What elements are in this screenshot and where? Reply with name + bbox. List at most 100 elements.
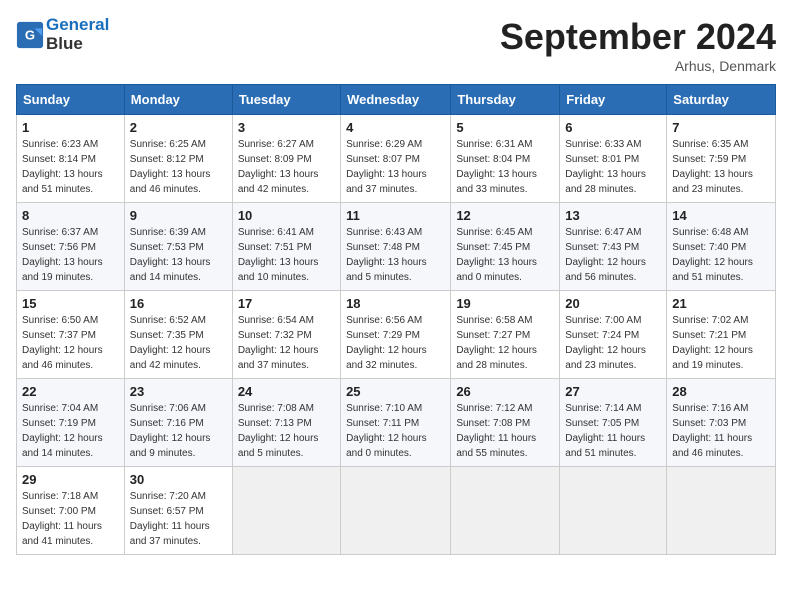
day-detail: Sunrise: 6:23 AM Sunset: 8:14 PM Dayligh…	[22, 137, 119, 197]
calendar-cell: 29 Sunrise: 7:18 AM Sunset: 7:00 PM Dayli…	[17, 467, 125, 555]
calendar-cell	[451, 467, 560, 555]
calendar-table: SundayMondayTuesdayWednesdayThursdayFrid…	[16, 84, 776, 555]
page-header: G General Blue September 2024 Arhus, Den…	[16, 16, 776, 74]
day-detail: Sunrise: 6:50 AM Sunset: 7:37 PM Dayligh…	[22, 313, 119, 373]
day-number: 19	[456, 296, 554, 311]
day-number: 10	[238, 208, 335, 223]
calendar-cell: 19 Sunrise: 6:58 AM Sunset: 7:27 PM Dayli…	[451, 291, 560, 379]
calendar-cell: 2 Sunrise: 6:25 AM Sunset: 8:12 PM Daylig…	[124, 115, 232, 203]
day-number: 15	[22, 296, 119, 311]
calendar-cell: 3 Sunrise: 6:27 AM Sunset: 8:09 PM Daylig…	[232, 115, 340, 203]
svg-text:G: G	[25, 27, 35, 42]
calendar-cell: 8Sunrise: 6:37 AM Sunset: 7:56 PM Daylig…	[17, 203, 125, 291]
day-detail: Sunrise: 6:37 AM Sunset: 7:56 PM Dayligh…	[22, 225, 119, 285]
day-number: 2	[130, 120, 227, 135]
day-detail: Sunrise: 6:45 AM Sunset: 7:45 PM Dayligh…	[456, 225, 554, 285]
logo-icon: G	[16, 21, 44, 49]
column-header-wednesday: Wednesday	[341, 85, 451, 115]
day-number: 14	[672, 208, 770, 223]
day-detail: Sunrise: 6:27 AM Sunset: 8:09 PM Dayligh…	[238, 137, 335, 197]
calendar-cell	[232, 467, 340, 555]
calendar-cell: 24 Sunrise: 7:08 AM Sunset: 7:13 PM Dayli…	[232, 379, 340, 467]
day-detail: Sunrise: 6:31 AM Sunset: 8:04 PM Dayligh…	[456, 137, 554, 197]
calendar-cell: 5 Sunrise: 6:31 AM Sunset: 8:04 PM Daylig…	[451, 115, 560, 203]
day-number: 4	[346, 120, 445, 135]
calendar-cell: 21 Sunrise: 7:02 AM Sunset: 7:21 PM Dayli…	[667, 291, 776, 379]
day-detail: Sunrise: 6:29 AM Sunset: 8:07 PM Dayligh…	[346, 137, 445, 197]
calendar-cell: 26 Sunrise: 7:12 AM Sunset: 7:08 PM Dayli…	[451, 379, 560, 467]
day-number: 9	[130, 208, 227, 223]
day-detail: Sunrise: 7:18 AM Sunset: 7:00 PM Dayligh…	[22, 489, 119, 549]
month-title: September 2024	[500, 16, 776, 58]
calendar-week-row: 29 Sunrise: 7:18 AM Sunset: 7:00 PM Dayli…	[17, 467, 776, 555]
day-detail: Sunrise: 6:25 AM Sunset: 8:12 PM Dayligh…	[130, 137, 227, 197]
day-detail: Sunrise: 6:39 AM Sunset: 7:53 PM Dayligh…	[130, 225, 227, 285]
day-number: 26	[456, 384, 554, 399]
day-number: 21	[672, 296, 770, 311]
calendar-cell: 13Sunrise: 6:47 AM Sunset: 7:43 PM Dayli…	[560, 203, 667, 291]
day-detail: Sunrise: 7:00 AM Sunset: 7:24 PM Dayligh…	[565, 313, 661, 373]
calendar-cell: 17 Sunrise: 6:54 AM Sunset: 7:32 PM Dayli…	[232, 291, 340, 379]
column-header-thursday: Thursday	[451, 85, 560, 115]
calendar-cell: 30 Sunrise: 7:20 AM Sunset: 6:57 PM Dayli…	[124, 467, 232, 555]
day-detail: Sunrise: 7:08 AM Sunset: 7:13 PM Dayligh…	[238, 401, 335, 461]
day-number: 12	[456, 208, 554, 223]
calendar-cell: 9 Sunrise: 6:39 AM Sunset: 7:53 PM Daylig…	[124, 203, 232, 291]
calendar-cell: 14Sunrise: 6:48 AM Sunset: 7:40 PM Dayli…	[667, 203, 776, 291]
day-number: 17	[238, 296, 335, 311]
day-number: 11	[346, 208, 445, 223]
logo-text-general: General	[46, 15, 109, 34]
day-number: 20	[565, 296, 661, 311]
calendar-cell: 6 Sunrise: 6:33 AM Sunset: 8:01 PM Daylig…	[560, 115, 667, 203]
day-number: 23	[130, 384, 227, 399]
column-headers: SundayMondayTuesdayWednesdayThursdayFrid…	[17, 85, 776, 115]
logo: G General Blue	[16, 16, 109, 53]
column-header-monday: Monday	[124, 85, 232, 115]
day-number: 22	[22, 384, 119, 399]
day-detail: Sunrise: 6:56 AM Sunset: 7:29 PM Dayligh…	[346, 313, 445, 373]
day-number: 29	[22, 472, 119, 487]
day-detail: Sunrise: 7:14 AM Sunset: 7:05 PM Dayligh…	[565, 401, 661, 461]
day-detail: Sunrise: 7:02 AM Sunset: 7:21 PM Dayligh…	[672, 313, 770, 373]
day-number: 27	[565, 384, 661, 399]
column-header-friday: Friday	[560, 85, 667, 115]
day-detail: Sunrise: 7:10 AM Sunset: 7:11 PM Dayligh…	[346, 401, 445, 461]
day-detail: Sunrise: 7:12 AM Sunset: 7:08 PM Dayligh…	[456, 401, 554, 461]
calendar-cell: 12 Sunrise: 6:45 AM Sunset: 7:45 PM Dayli…	[451, 203, 560, 291]
calendar-cell	[341, 467, 451, 555]
day-number: 5	[456, 120, 554, 135]
day-number: 16	[130, 296, 227, 311]
day-number: 18	[346, 296, 445, 311]
location-subtitle: Arhus, Denmark	[500, 58, 776, 74]
calendar-cell: 23 Sunrise: 7:06 AM Sunset: 7:16 PM Dayli…	[124, 379, 232, 467]
day-detail: Sunrise: 6:41 AM Sunset: 7:51 PM Dayligh…	[238, 225, 335, 285]
column-header-tuesday: Tuesday	[232, 85, 340, 115]
calendar-cell: 18 Sunrise: 6:56 AM Sunset: 7:29 PM Dayli…	[341, 291, 451, 379]
day-detail: Sunrise: 7:20 AM Sunset: 6:57 PM Dayligh…	[130, 489, 227, 549]
day-detail: Sunrise: 6:33 AM Sunset: 8:01 PM Dayligh…	[565, 137, 661, 197]
calendar-week-row: 22Sunrise: 7:04 AM Sunset: 7:19 PM Dayli…	[17, 379, 776, 467]
day-detail: Sunrise: 6:58 AM Sunset: 7:27 PM Dayligh…	[456, 313, 554, 373]
day-number: 1	[22, 120, 119, 135]
day-detail: Sunrise: 7:16 AM Sunset: 7:03 PM Dayligh…	[672, 401, 770, 461]
calendar-cell: 15 Sunrise: 6:50 AM Sunset: 7:37 PM Dayli…	[17, 291, 125, 379]
calendar-week-row: 1 Sunrise: 6:23 AM Sunset: 8:14 PM Daylig…	[17, 115, 776, 203]
day-detail: Sunrise: 7:06 AM Sunset: 7:16 PM Dayligh…	[130, 401, 227, 461]
day-number: 6	[565, 120, 661, 135]
title-block: September 2024 Arhus, Denmark	[500, 16, 776, 74]
day-detail: Sunrise: 6:54 AM Sunset: 7:32 PM Dayligh…	[238, 313, 335, 373]
calendar-cell: 11 Sunrise: 6:43 AM Sunset: 7:48 PM Dayli…	[341, 203, 451, 291]
calendar-cell: 1 Sunrise: 6:23 AM Sunset: 8:14 PM Daylig…	[17, 115, 125, 203]
calendar-cell: 10 Sunrise: 6:41 AM Sunset: 7:51 PM Dayli…	[232, 203, 340, 291]
day-number: 25	[346, 384, 445, 399]
calendar-cell: 7Sunrise: 6:35 AM Sunset: 7:59 PM Daylig…	[667, 115, 776, 203]
day-number: 24	[238, 384, 335, 399]
calendar-cell	[560, 467, 667, 555]
calendar-body: 1 Sunrise: 6:23 AM Sunset: 8:14 PM Daylig…	[17, 115, 776, 555]
calendar-week-row: 15 Sunrise: 6:50 AM Sunset: 7:37 PM Dayli…	[17, 291, 776, 379]
day-number: 7	[672, 120, 770, 135]
day-detail: Sunrise: 6:43 AM Sunset: 7:48 PM Dayligh…	[346, 225, 445, 285]
day-number: 30	[130, 472, 227, 487]
day-number: 3	[238, 120, 335, 135]
day-number: 13	[565, 208, 661, 223]
